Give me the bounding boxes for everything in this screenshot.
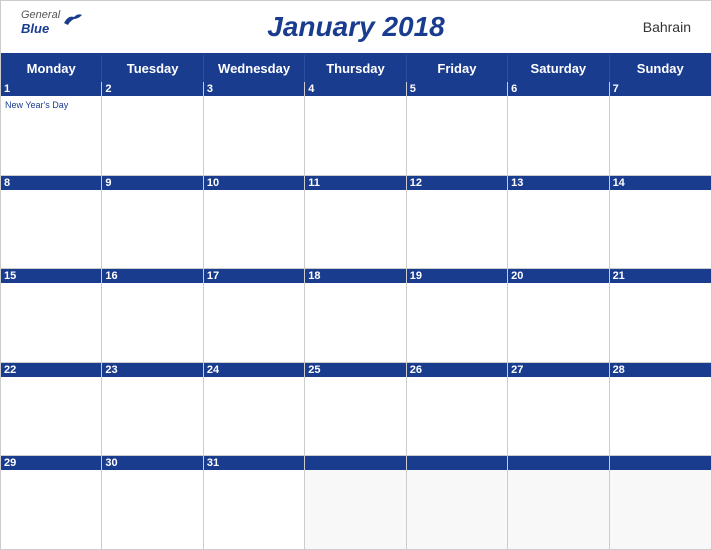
day-number: 16 [102,269,202,283]
day-cell-14: 14 [610,176,711,269]
day-number: 11 [305,176,405,190]
day-cell-19: 19 [407,269,508,362]
week-row-4: 22232425262728 [1,363,711,457]
day-number: 20 [508,269,608,283]
day-number: 10 [204,176,304,190]
day-number: 31 [204,456,304,470]
logo-area: General Blue [21,9,84,36]
day-cell-16: 16 [102,269,203,362]
day-number: 6 [508,82,608,96]
day-cell-12: 12 [407,176,508,269]
day-number: 9 [102,176,202,190]
day-number: 15 [1,269,101,283]
day-number: 26 [407,363,507,377]
day-cell-22: 22 [1,363,102,456]
day-cell-7: 7 [610,82,711,175]
week-row-3: 15161718192021 [1,269,711,363]
day-number: 27 [508,363,608,377]
day-cell-24: 24 [204,363,305,456]
day-cell-28: 28 [610,363,711,456]
day-cell-10: 10 [204,176,305,269]
calendar-title: January 2018 [267,11,444,43]
day-header-monday: Monday [1,55,102,82]
day-number: 24 [204,363,304,377]
day-number: 1 [1,82,101,96]
day-cell-2: 2 [102,82,203,175]
day-cell-11: 11 [305,176,406,269]
day-number: 19 [407,269,507,283]
day-number: 21 [610,269,711,283]
day-header-saturday: Saturday [508,55,609,82]
day-header-friday: Friday [407,55,508,82]
day-number: 4 [305,82,405,96]
day-number: 17 [204,269,304,283]
country-label: Bahrain [643,19,691,35]
day-cell-9: 9 [102,176,203,269]
day-cell-25: 25 [305,363,406,456]
day-cell-27: 27 [508,363,609,456]
day-cell-23: 23 [102,363,203,456]
day-header-thursday: Thursday [305,55,406,82]
logo-blue: Blue [21,21,60,36]
day-cell-empty [508,456,609,549]
day-cell-21: 21 [610,269,711,362]
day-number: 14 [610,176,711,190]
day-number-empty [610,456,711,470]
day-cell-empty [610,456,711,549]
week-row-1: 1 New Year's Day 234567 [1,82,711,176]
day-number: 5 [407,82,507,96]
day-cell-6: 6 [508,82,609,175]
day-number: 3 [204,82,304,96]
day-header-tuesday: Tuesday [102,55,203,82]
calendar-header: General Blue January 2018 Bahrain [1,1,711,53]
calendar-grid: MondayTuesdayWednesdayThursdayFridaySatu… [1,53,711,549]
day-cell-1: 1 New Year's Day [1,82,102,175]
day-cell-5: 5 [407,82,508,175]
day-cell-empty [407,456,508,549]
day-cell-31: 31 [204,456,305,549]
day-number: 23 [102,363,202,377]
day-number: 18 [305,269,405,283]
day-cell-empty [305,456,406,549]
logo-general: General [21,9,60,21]
day-cell-20: 20 [508,269,609,362]
week-row-5: 293031 [1,456,711,549]
day-number: 25 [305,363,405,377]
weeks-container: 1New Year's Day2345678910111213141516171… [1,82,711,549]
day-number: 22 [1,363,101,377]
day-number: 8 [1,176,101,190]
day-cell-15: 15 [1,269,102,362]
day-number-empty [305,456,405,470]
day-number-empty [407,456,507,470]
day-cell-30: 30 [102,456,203,549]
day-number: 13 [508,176,608,190]
day-number: 2 [102,82,202,96]
holiday-label: New Year's Day [5,100,97,110]
day-cell-29: 29 [1,456,102,549]
day-cell-17: 17 [204,269,305,362]
day-number: 28 [610,363,711,377]
day-cell-13: 13 [508,176,609,269]
day-cell-18: 18 [305,269,406,362]
week-row-2: 891011121314 [1,176,711,270]
calendar-container: General Blue January 2018 Bahrain Monday… [0,0,712,550]
day-cell-8: 8 [1,176,102,269]
day-number: 7 [610,82,711,96]
day-header-wednesday: Wednesday [204,55,305,82]
logo-bird-icon [62,9,84,36]
day-cell-26: 26 [407,363,508,456]
day-number-empty [508,456,608,470]
day-header-sunday: Sunday [610,55,711,82]
day-cell-4: 4 [305,82,406,175]
day-headers-row: MondayTuesdayWednesdayThursdayFridaySatu… [1,55,711,82]
day-cell-3: 3 [204,82,305,175]
day-number: 29 [1,456,101,470]
day-number: 30 [102,456,202,470]
day-number: 12 [407,176,507,190]
